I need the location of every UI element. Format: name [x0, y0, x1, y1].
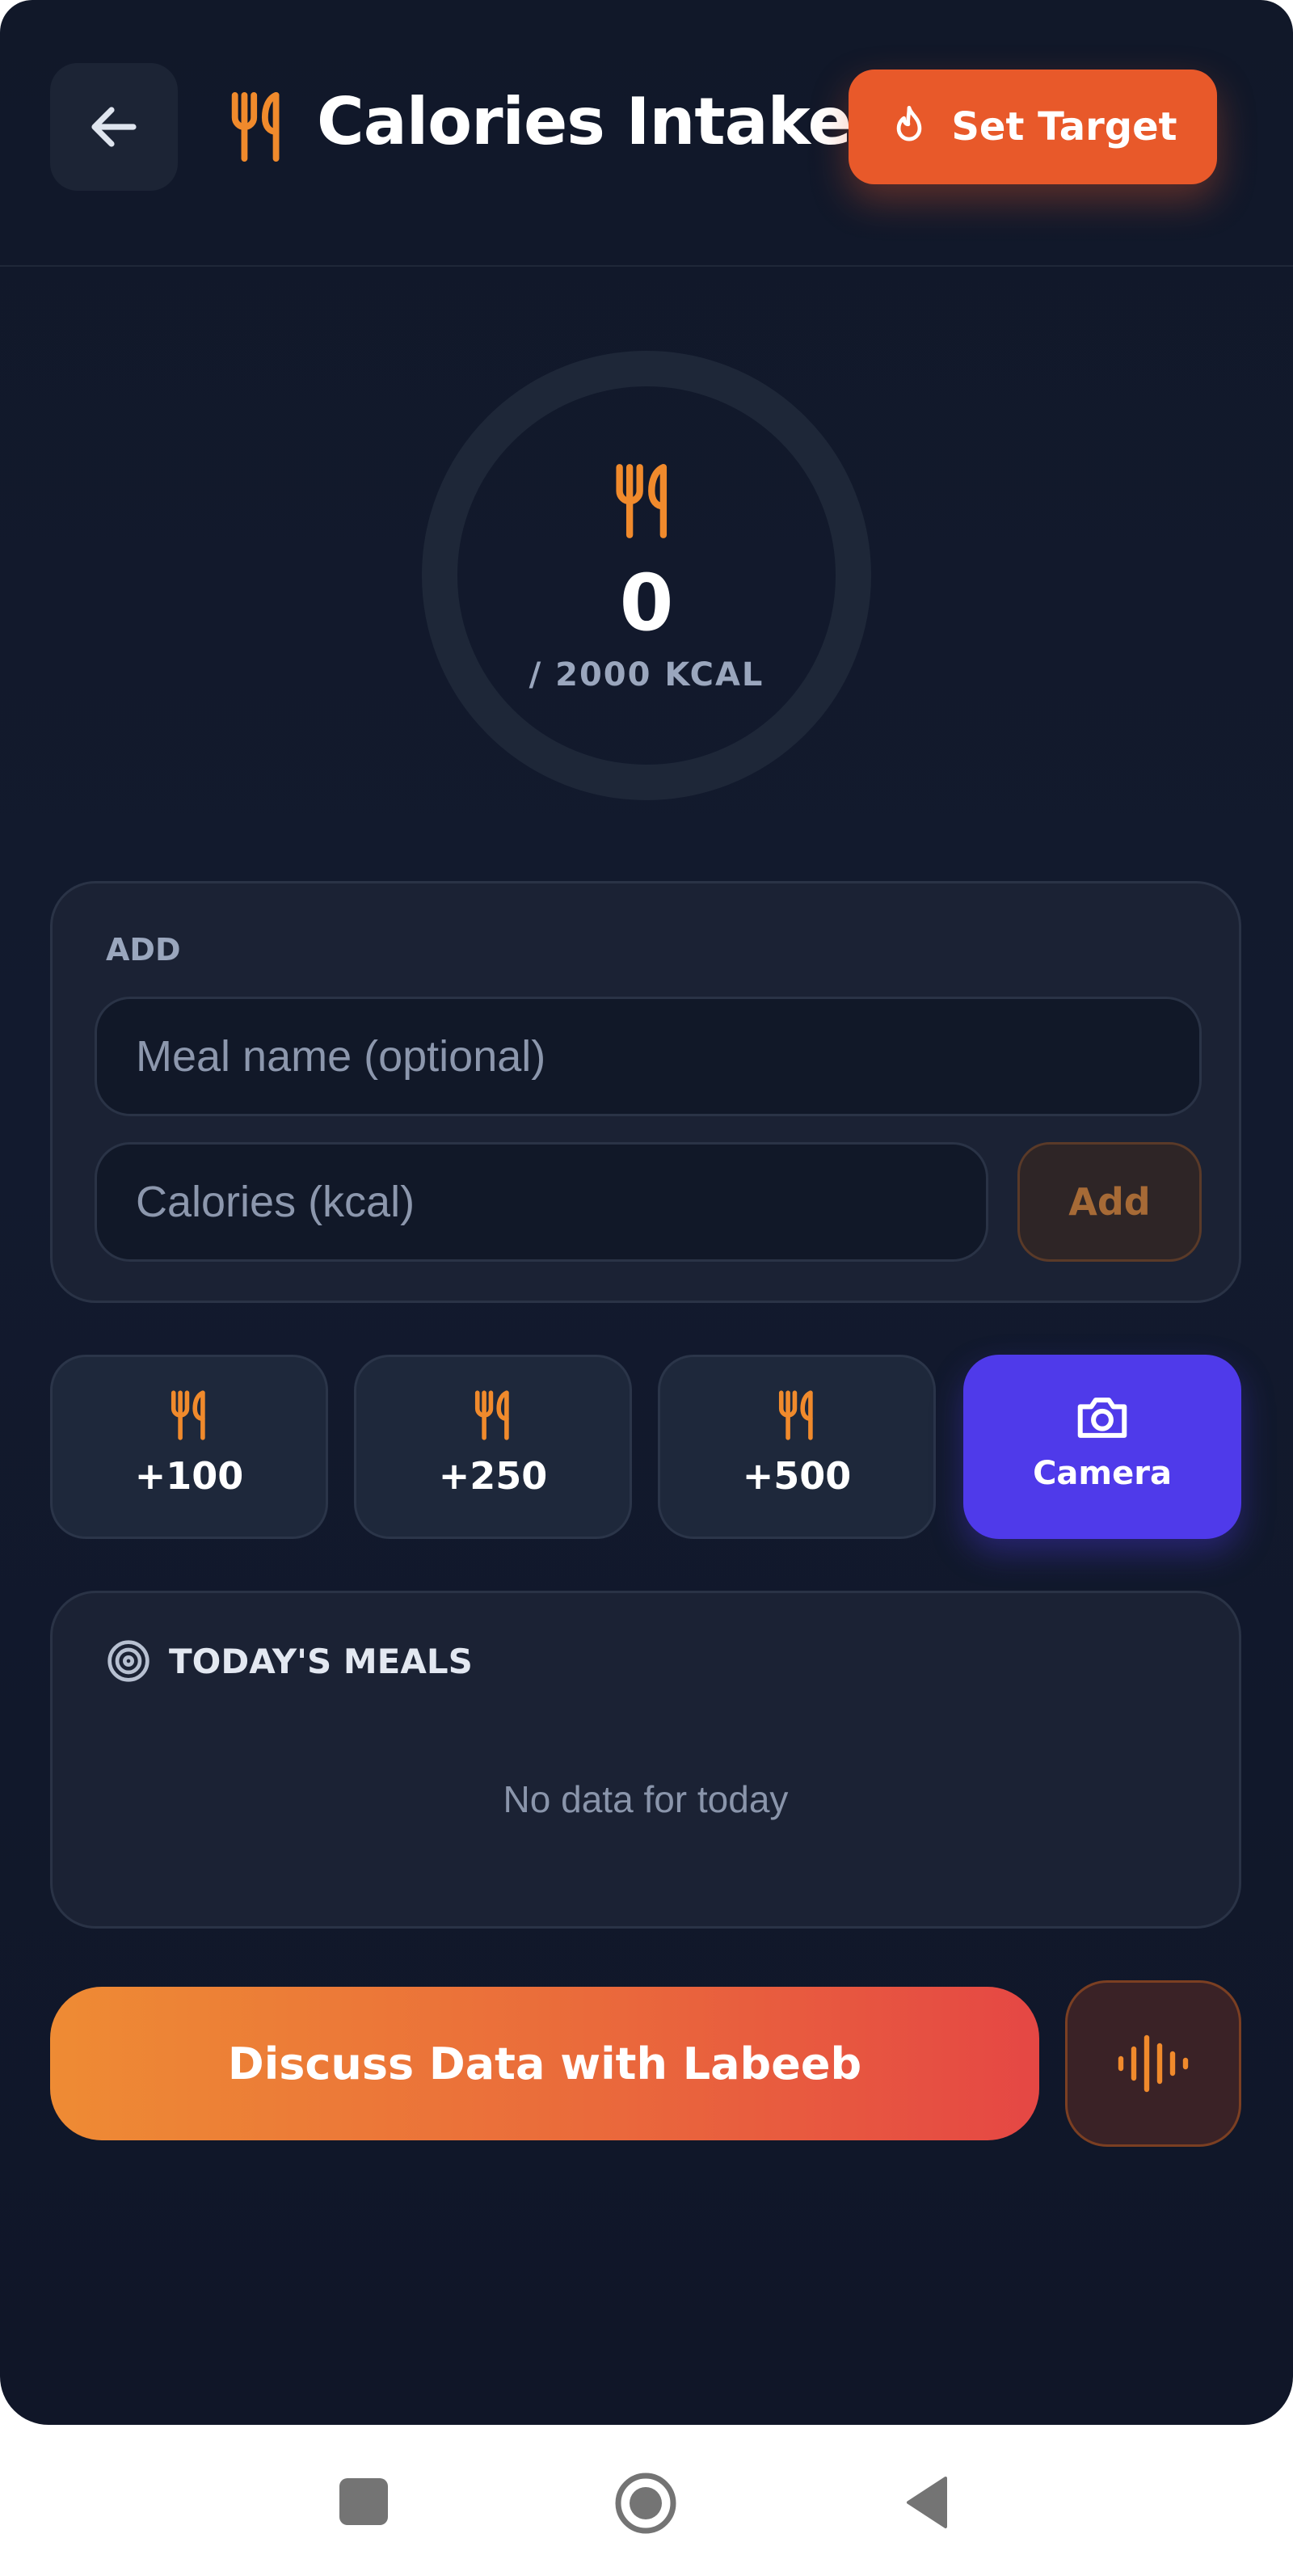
- fork-knife-icon: [171, 1390, 205, 1440]
- todays-meals-card: TODAY'S MEALS No data for today: [50, 1591, 1241, 1929]
- calories-input[interactable]: Calories (kcal): [95, 1142, 988, 1262]
- camera-label: Camera: [1033, 1455, 1172, 1492]
- flame-icon: [897, 105, 922, 141]
- calories-placeholder: Calories (kcal): [136, 1178, 415, 1226]
- discuss-data-button[interactable]: Discuss Data with Labeeb: [50, 1987, 1039, 2140]
- quick-add-label: +500: [742, 1454, 852, 1498]
- home-circle-icon[interactable]: [614, 2472, 677, 2535]
- discuss-data-label: Discuss Data with Labeeb: [227, 2038, 862, 2089]
- calorie-progress-ring: 0 / 2000 KCAL: [420, 349, 873, 802]
- todays-meals-title: TODAY'S MEALS: [169, 1642, 473, 1681]
- fork-knife-icon: [474, 1390, 509, 1440]
- back-button[interactable]: [50, 63, 178, 191]
- voice-button[interactable]: [1065, 1980, 1241, 2147]
- meal-name-input[interactable]: Meal name (optional): [95, 997, 1202, 1116]
- add-meal-card: ADD Meal name (optional) Calories (kcal)…: [50, 881, 1241, 1303]
- fork-knife-icon: [231, 91, 280, 162]
- camera-icon: [1077, 1398, 1127, 1438]
- meals-empty-state: No data for today: [503, 1778, 789, 1820]
- meal-name-placeholder: Meal name (optional): [136, 1032, 546, 1081]
- set-target-label: Set Target: [951, 104, 1177, 150]
- calories-target-text: / 2000 KCAL: [529, 656, 764, 694]
- calories-consumed-value: 0: [619, 558, 674, 648]
- add-section-label: ADD: [106, 932, 181, 968]
- quick-add-label: +100: [134, 1454, 244, 1498]
- quick-add-500-button[interactable]: +500: [658, 1355, 936, 1539]
- app-screen: Calories Intake Set Target 0 / 2000 KCAL…: [0, 0, 1293, 2425]
- add-button[interactable]: Add: [1017, 1142, 1202, 1262]
- system-navigation-bar: [0, 2425, 1293, 2576]
- arrow-left-icon: [91, 107, 137, 147]
- fork-knife-icon: [616, 464, 668, 538]
- quick-add-100-button[interactable]: +100: [50, 1355, 328, 1539]
- header: Calories Intake Set Target: [0, 0, 1293, 267]
- camera-button[interactable]: Camera: [963, 1355, 1241, 1539]
- square-icon[interactable]: [339, 2478, 388, 2525]
- target-icon: [107, 1640, 150, 1682]
- page-title: Calories Intake: [317, 84, 852, 159]
- set-target-button[interactable]: Set Target: [849, 70, 1217, 184]
- sound-wave-icon: [1118, 2034, 1189, 2093]
- quick-add-label: +250: [438, 1454, 548, 1498]
- fork-knife-icon: [778, 1390, 813, 1440]
- triangle-back-icon[interactable]: [903, 2475, 949, 2530]
- quick-add-250-button[interactable]: +250: [354, 1355, 632, 1539]
